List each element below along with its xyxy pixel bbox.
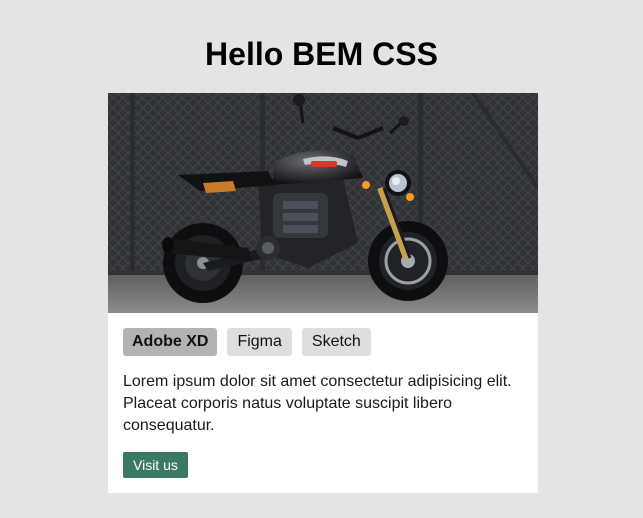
page-title: Hello BEM CSS [205, 36, 438, 72]
tag-list: Adobe XD Figma Sketch [123, 328, 371, 356]
tag-figma[interactable]: Figma [227, 328, 292, 356]
motorcycle-image [108, 93, 538, 313]
visit-us-button[interactable]: Visit us [123, 452, 188, 478]
tag-sketch[interactable]: Sketch [301, 328, 371, 356]
card-description: Lorem ipsum dolor sit amet consectetur a… [123, 373, 512, 434]
tag-adobe-xd[interactable]: Adobe XD [123, 328, 218, 356]
card: Adobe XD Figma Sketch Lorem ipsum dolor … [108, 93, 538, 493]
